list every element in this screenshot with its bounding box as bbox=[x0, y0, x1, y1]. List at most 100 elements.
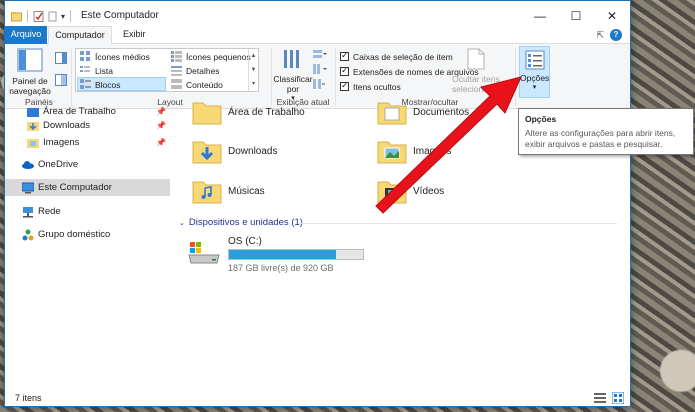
toolbar-separator bbox=[27, 10, 28, 22]
details-icon bbox=[171, 66, 182, 76]
layout-item-label: Detalhes bbox=[186, 65, 220, 76]
nav-item-downloads[interactable]: Downloads 📌 bbox=[5, 117, 170, 134]
desktop-folder-icon bbox=[27, 107, 39, 117]
drive-free-space: 187 GB livre(s) de 920 GB bbox=[228, 263, 334, 273]
nav-item-label: Imagens bbox=[43, 137, 80, 148]
large-icons-view-icon[interactable] bbox=[612, 392, 624, 404]
computer-icon bbox=[22, 182, 34, 193]
nav-item-label: Downloads bbox=[43, 120, 90, 131]
navigation-pane-button[interactable]: Painel de navegação bbox=[9, 48, 51, 96]
new-folder-icon[interactable] bbox=[47, 11, 58, 22]
tab-computer[interactable]: Computador bbox=[48, 26, 112, 44]
size-columns-icon[interactable] bbox=[313, 79, 325, 89]
preview-pane-icon[interactable] bbox=[55, 52, 67, 64]
small-icons-icon bbox=[171, 51, 182, 62]
nav-item-label: OneDrive bbox=[38, 159, 79, 170]
folder-pictures[interactable]: Imagens bbox=[377, 138, 451, 164]
explorer-icon[interactable] bbox=[11, 11, 22, 22]
folder-music[interactable]: Músicas bbox=[192, 178, 265, 204]
window-title: Este Computador bbox=[81, 10, 159, 21]
layout-medium-icons[interactable]: Ícones médios bbox=[80, 50, 150, 63]
navigation-pane-icon bbox=[17, 48, 43, 72]
checkbox-checked[interactable] bbox=[340, 65, 349, 76]
hide-selected-icon bbox=[467, 48, 485, 70]
nav-item-this-pc[interactable]: Este Computador bbox=[5, 179, 170, 196]
nav-item-homegroup[interactable]: Grupo doméstico bbox=[5, 226, 170, 243]
list-icon bbox=[80, 66, 90, 72]
music-folder-icon bbox=[192, 181, 222, 204]
pin-icon[interactable]: 📌 bbox=[156, 121, 166, 130]
tooltip-title: Opções bbox=[525, 114, 557, 124]
group-separator bbox=[71, 48, 72, 106]
documents-folder-icon bbox=[377, 102, 407, 125]
download-folder-icon bbox=[27, 121, 39, 131]
item-count: 7 itens bbox=[15, 393, 42, 403]
pin-icon[interactable]: 📌 bbox=[156, 107, 166, 116]
layout-item-label: Ícones pequenos bbox=[186, 51, 251, 62]
checkbox-checked[interactable] bbox=[340, 80, 349, 91]
expand-ribbon-icon[interactable]: ⇱ bbox=[596, 30, 604, 41]
nav-item-network[interactable]: Rede bbox=[5, 203, 170, 220]
chevron-down-icon[interactable]: ⌄ bbox=[179, 219, 185, 227]
sort-by-label: Classificar por bbox=[273, 74, 313, 94]
folder-videos[interactable]: Vídeos bbox=[377, 178, 444, 204]
section-divider bbox=[299, 223, 617, 224]
explorer-window: ▾ Este Computador — ☐ ✕ Arquivo Computad… bbox=[4, 0, 631, 407]
layout-item-label: Ícones médios bbox=[95, 51, 150, 62]
folder-label: Vídeos bbox=[413, 185, 445, 197]
folder-label: Documentos bbox=[413, 106, 470, 118]
layout-small-icons[interactable]: Ícones pequenos bbox=[171, 50, 251, 63]
layout-item-label: Blocos bbox=[95, 79, 121, 90]
sort-by-button[interactable]: Classificar por ▾ bbox=[273, 48, 313, 104]
group-by-icon[interactable] bbox=[313, 49, 327, 59]
hide-selected-label: Ocultar itens selecionados bbox=[452, 74, 502, 94]
nav-item-label: Grupo doméstico bbox=[38, 229, 111, 240]
help-icon[interactable]: ? bbox=[610, 29, 622, 41]
hide-selected-button[interactable]: Ocultar itens selecionados bbox=[452, 48, 502, 94]
tooltip-body: Altere as configurações para abrir itens… bbox=[525, 128, 676, 149]
drive-usage-fill bbox=[229, 250, 336, 259]
details-pane-icon[interactable] bbox=[55, 74, 67, 86]
folder-label: Downloads bbox=[228, 145, 278, 157]
pictures-folder-icon bbox=[377, 141, 407, 164]
layout-content[interactable]: Conteúdo bbox=[171, 78, 223, 91]
folder-desktop[interactable]: Área de Trabalho bbox=[192, 99, 305, 125]
layout-details[interactable]: Detalhes bbox=[171, 64, 220, 77]
customize-toolbar-icon[interactable]: ▾ bbox=[61, 12, 65, 21]
folder-icon bbox=[192, 102, 222, 125]
devices-section-header[interactable]: ⌄ Dispositivos e unidades (1) bbox=[179, 217, 303, 228]
add-columns-icon[interactable] bbox=[313, 64, 327, 74]
download-folder-icon bbox=[192, 141, 222, 164]
tab-view[interactable]: Exibir bbox=[115, 26, 154, 44]
nav-item-pictures[interactable]: Imagens 📌 bbox=[5, 134, 170, 151]
nav-item-onedrive[interactable]: OneDrive bbox=[5, 156, 170, 173]
tiles-icon bbox=[80, 79, 91, 89]
medium-icons-icon bbox=[80, 51, 90, 61]
details-view-icon[interactable] bbox=[594, 392, 606, 404]
drive-usage-bar bbox=[228, 249, 364, 260]
item-checkboxes-toggle[interactable]: Caixas de seleção de item bbox=[340, 50, 453, 63]
navigation-pane: Área de Trabalho 📌 Downloads 📌 Imagens 📌… bbox=[5, 106, 170, 387]
group-separator bbox=[271, 48, 272, 106]
nav-item-label: Área de Trabalho bbox=[43, 106, 116, 117]
hidden-items-toggle[interactable]: Itens ocultos bbox=[340, 80, 401, 93]
properties-icon[interactable] bbox=[33, 10, 44, 22]
nav-item-label: Rede bbox=[38, 206, 61, 217]
ribbon-controls: ⇱ ? bbox=[596, 29, 622, 41]
group-separator bbox=[515, 48, 516, 106]
folder-label: Imagens bbox=[413, 145, 452, 157]
tab-file[interactable]: Arquivo bbox=[5, 26, 47, 44]
pictures-folder-icon bbox=[27, 138, 39, 148]
pin-icon[interactable]: 📌 bbox=[156, 138, 166, 147]
options-button[interactable]: Opções ▾ bbox=[519, 46, 550, 98]
layout-list[interactable]: Lista bbox=[80, 64, 113, 77]
toolbar-separator bbox=[70, 10, 72, 22]
folder-downloads[interactable]: Downloads bbox=[192, 138, 277, 164]
devices-section-label: Dispositivos e unidades (1) bbox=[188, 217, 303, 228]
folder-documents[interactable]: Documentos bbox=[377, 99, 469, 125]
layout-gallery-scroll[interactable]: ▲ ▼ ▾ bbox=[248, 49, 258, 91]
options-icon bbox=[525, 50, 545, 70]
layout-tiles[interactable]: Blocos bbox=[80, 78, 121, 91]
checkbox-checked[interactable] bbox=[340, 50, 349, 61]
hard-drive-icon bbox=[188, 242, 220, 264]
